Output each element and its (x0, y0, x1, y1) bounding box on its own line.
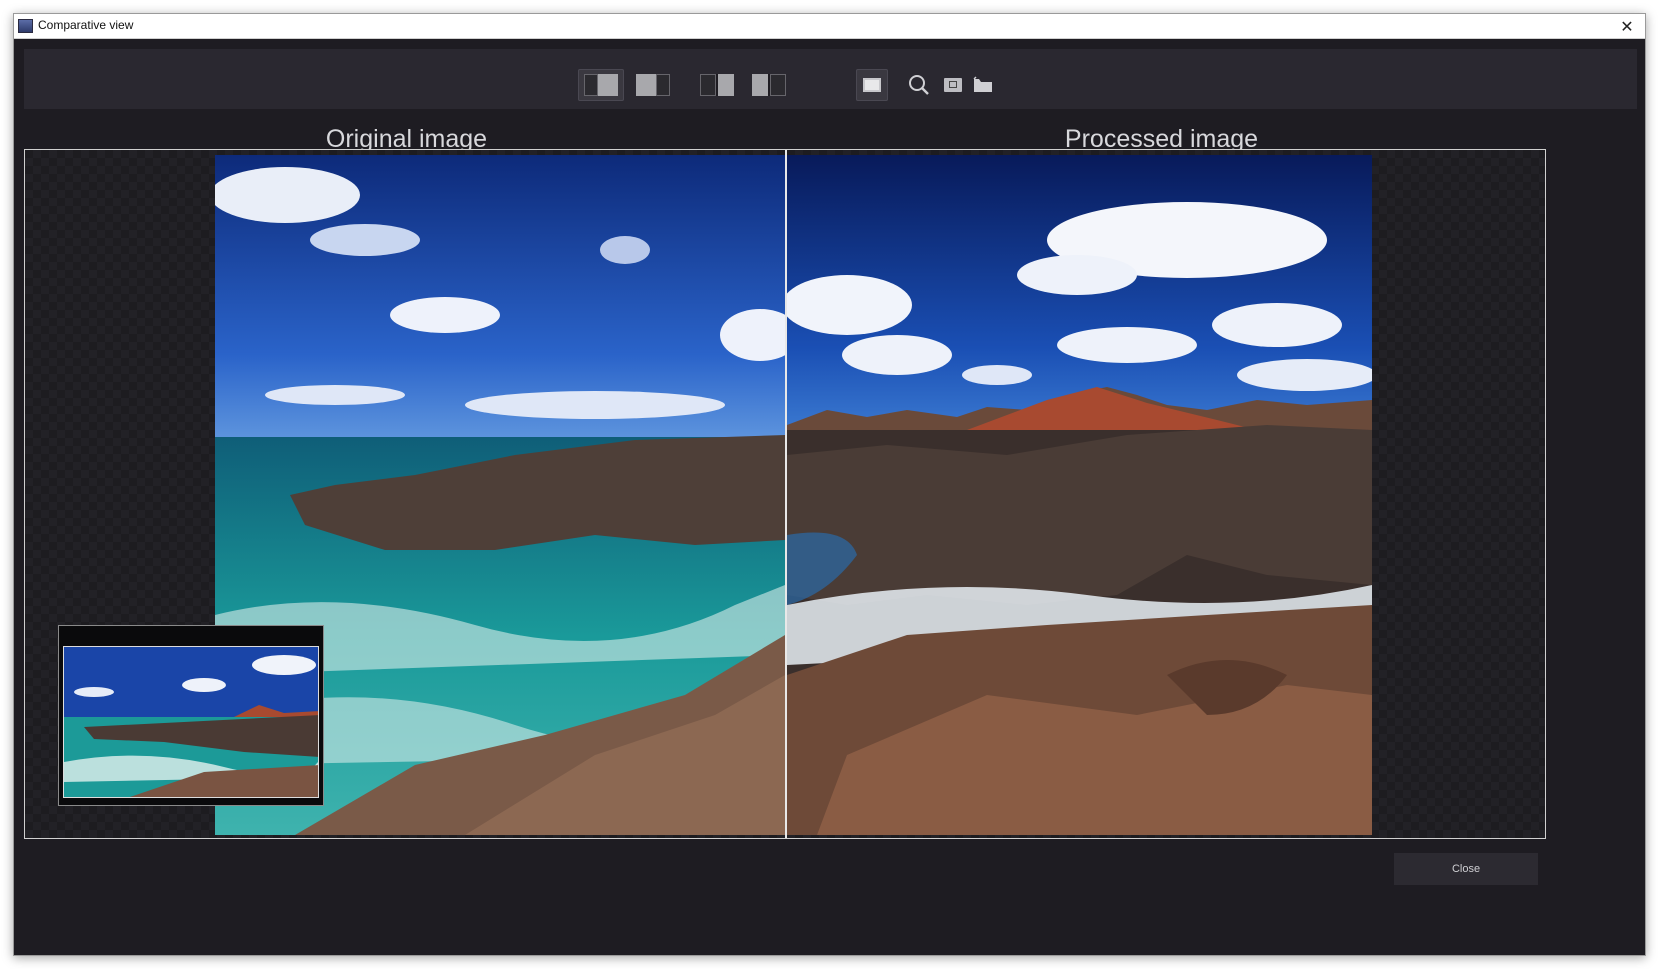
fit-window-icon (863, 78, 881, 92)
comparative-view-window: Comparative view ✕ Original image Proces… (13, 13, 1646, 956)
processed-image (787, 155, 1372, 835)
window-title: Comparative view (38, 18, 134, 32)
split-view-left-button[interactable] (578, 69, 624, 101)
app-icon (18, 19, 33, 33)
navigator-preview-image (63, 646, 319, 798)
fit-window-button[interactable] (856, 69, 888, 101)
side-by-side-icon (700, 74, 734, 96)
comparison-divider[interactable] (785, 150, 787, 838)
navigator-button[interactable] (940, 69, 966, 101)
title-bar: Comparative view ✕ (14, 14, 1645, 39)
side-by-side-alt-button[interactable] (746, 69, 792, 101)
split-view-right-icon (636, 74, 670, 96)
split-view-right-button[interactable] (630, 69, 676, 101)
zoom-button[interactable] (904, 69, 934, 101)
close-button[interactable]: Close (1394, 853, 1538, 885)
side-by-side-button[interactable] (694, 69, 740, 101)
side-by-side-alt-icon (752, 74, 786, 96)
comparison-viewer[interactable] (24, 149, 1546, 839)
export-button[interactable] (970, 69, 996, 101)
view-toolbar (24, 49, 1637, 109)
folder-icon (973, 76, 992, 92)
close-icon[interactable]: ✕ (1613, 14, 1641, 38)
magnifier-icon (909, 75, 929, 95)
split-view-left-icon (584, 74, 618, 96)
navigator-thumbnail[interactable] (58, 625, 324, 806)
navigator-icon (944, 78, 962, 92)
